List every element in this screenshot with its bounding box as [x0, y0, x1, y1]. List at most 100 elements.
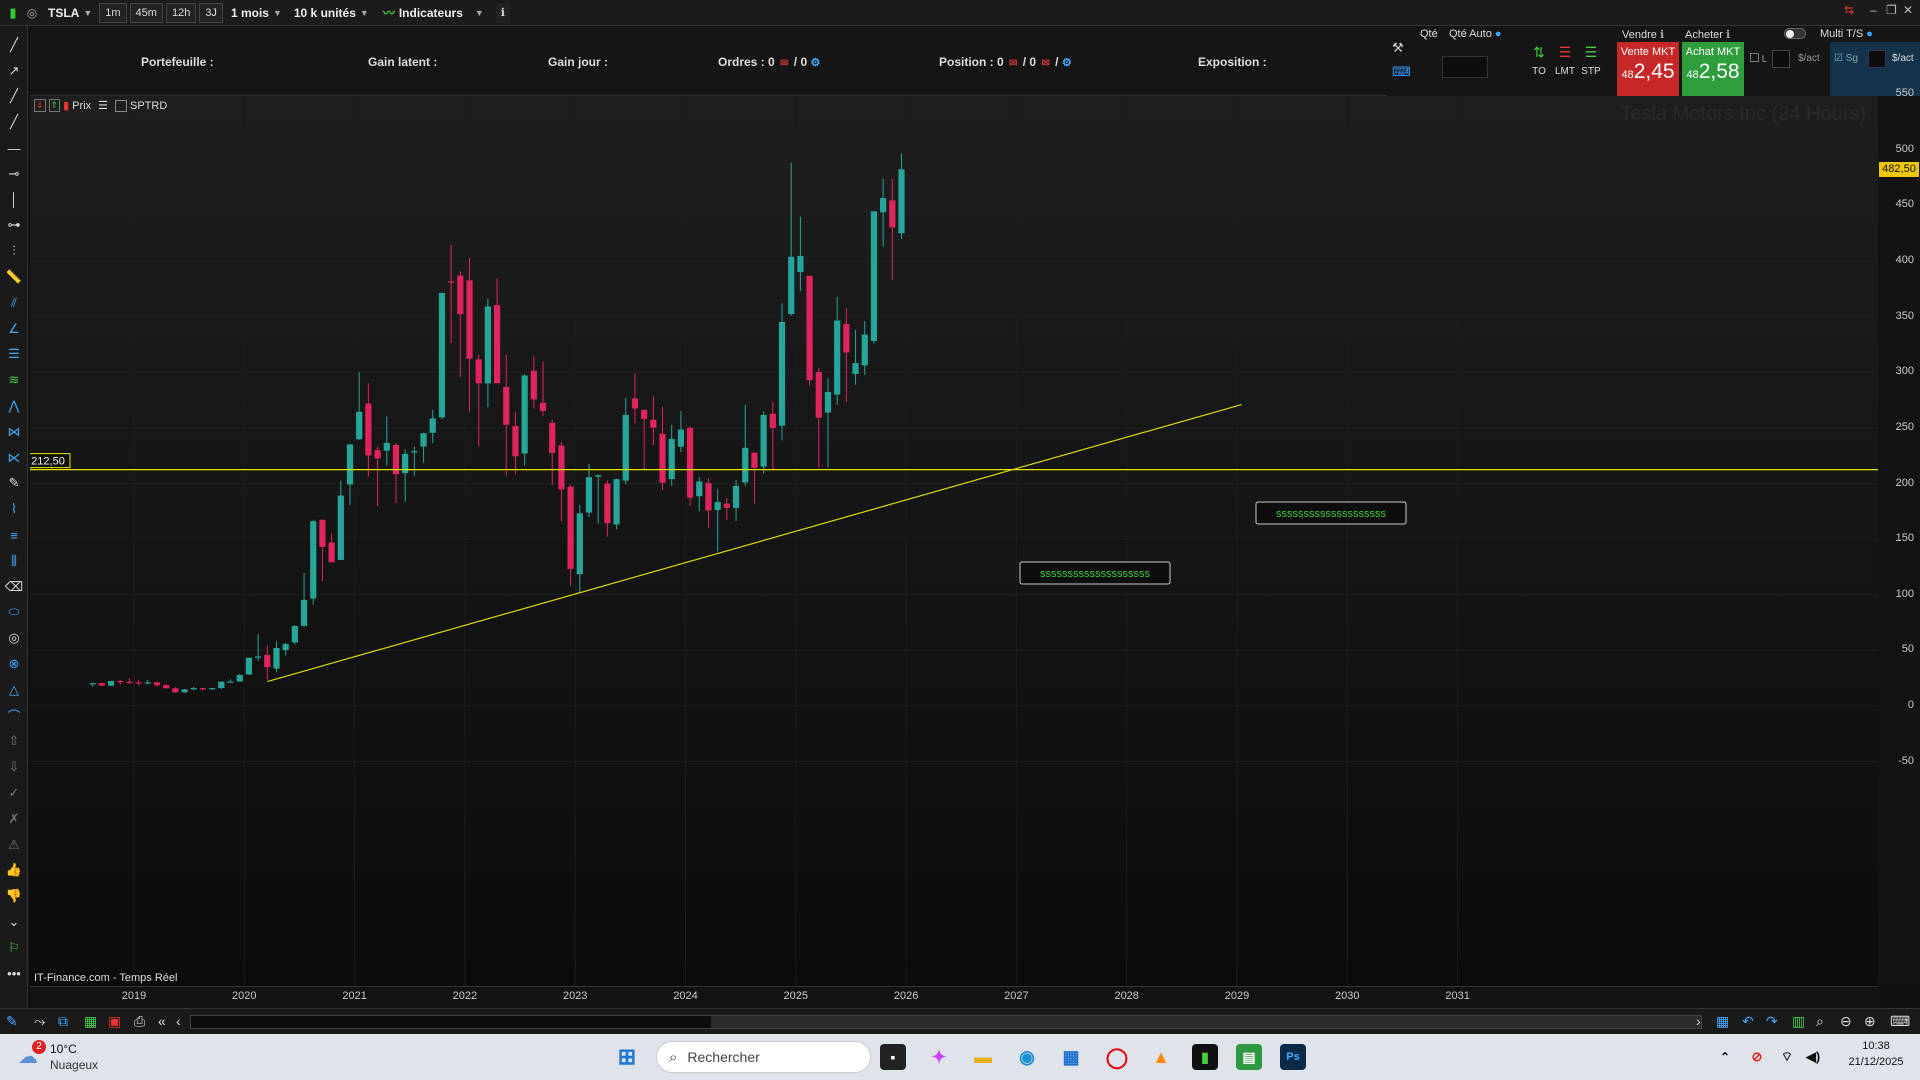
pencil-tool-icon[interactable]: ✎	[0, 471, 28, 497]
wifi-icon[interactable]: ⌔	[1774, 1044, 1800, 1070]
price-label[interactable]: Prix	[72, 100, 91, 112]
taskbar-search[interactable]: ⌕ Rechercher	[656, 1041, 871, 1073]
horizontal-levels-tool-icon[interactable]: ≡	[0, 522, 28, 548]
check-tool-icon[interactable]: ✓	[0, 780, 28, 806]
arrow-up-tool-icon[interactable]: ⇧	[0, 729, 28, 755]
order-type-stp[interactable]: ☰ STP	[1578, 44, 1604, 77]
store-icon[interactable]: ▦	[1058, 1044, 1084, 1070]
arc-tool-icon[interactable]: ⌒	[0, 703, 28, 729]
price-type-icon[interactable]: ▮	[63, 99, 69, 112]
position-mail2-icon[interactable]: ✉	[1041, 58, 1049, 69]
opera-icon[interactable]: ◯	[1104, 1044, 1130, 1070]
zoom-fit-icon[interactable]: ⌕	[1816, 1013, 1824, 1030]
target-tool-icon[interactable]: ⊗	[0, 651, 28, 677]
sell-market-button[interactable]: Vente MKT 482,45	[1617, 42, 1679, 96]
undo-icon[interactable]: ↶	[1742, 1013, 1754, 1030]
circle-tool-icon[interactable]: ◎	[0, 625, 28, 651]
horizontal-line-tool-icon[interactable]: —	[0, 135, 28, 161]
horizontal-scrollbar[interactable]	[190, 1015, 1702, 1029]
thumbs-down-tool-icon[interactable]: 👎	[0, 883, 28, 909]
eraser-tool-icon[interactable]: ⌫	[0, 574, 28, 600]
copy-icon[interactable]: ⧉	[58, 1013, 68, 1030]
price-chart[interactable]: Tesla Motors Inc (24 Hours) 212,50 ssssss…	[30, 96, 1878, 986]
warning-tool-icon[interactable]: ⚠	[0, 832, 28, 858]
minimize-button[interactable]: ‒	[1870, 3, 1877, 17]
keyboard-icon[interactable]: ⌨	[1392, 64, 1411, 80]
buy-info-icon[interactable]: ℹ	[1726, 29, 1730, 41]
calendar-icon[interactable]: ▦	[1716, 1013, 1729, 1030]
clock[interactable]: 10:38 21/12/2025	[1840, 1040, 1912, 1068]
interval-1m-button[interactable]: 1m	[99, 2, 127, 23]
vertical-levels-tool-icon[interactable]: ⫼	[0, 548, 28, 574]
order-type-lmt[interactable]: ☰ LMT	[1552, 44, 1578, 77]
l-checkbox[interactable]: L	[1750, 53, 1767, 65]
zoom-out-icon[interactable]: ⊖	[1840, 1013, 1852, 1030]
sg-checkbox[interactable]: ☑ Sg	[1834, 53, 1858, 64]
units-select[interactable]: 10 k unités ▼	[290, 3, 373, 23]
alerts-tool-icon[interactable]: ⚐	[0, 935, 28, 961]
ruler-tool-icon[interactable]: 📏	[0, 264, 28, 290]
interval-45m-button[interactable]: 45m	[129, 2, 163, 23]
chart-type-icon[interactable]: ▥	[1792, 1013, 1805, 1030]
photoshop-icon[interactable]: Ps	[1280, 1044, 1306, 1070]
segment-tool-icon[interactable]: ⊶	[0, 213, 28, 239]
weather-widget[interactable]: ☁ 2 10°C Nuageux	[18, 1040, 128, 1076]
rewind-icon[interactable]: «	[158, 1013, 166, 1029]
more-options-icon[interactable]: •••	[0, 961, 28, 987]
settings-list-icon[interactable]: ☰	[98, 99, 108, 112]
price-axis[interactable]: 550 500 450 400 350 300 250 200 150 100 50 0 -50 482,…	[1878, 87, 1920, 986]
spreadsheet-icon[interactable]: ▦	[84, 1013, 97, 1030]
indicators-button[interactable]: 〰 Indicateurs ▼	[379, 3, 488, 23]
file-explorer-icon[interactable]: ▬	[970, 1044, 996, 1070]
position-mail-icon[interactable]: ✉	[1009, 58, 1017, 69]
spreadsheet-app-icon[interactable]: ▤	[1236, 1044, 1262, 1070]
layout-icon[interactable]: ▣	[108, 1013, 121, 1030]
volume-icon[interactable]: ◀)	[1800, 1044, 1826, 1070]
arrow-down-tool-icon[interactable]: ⇩	[0, 754, 28, 780]
restore-button[interactable]: ❐	[1886, 3, 1897, 17]
share-icon[interactable]: ⤳	[34, 1013, 45, 1030]
keyboard-shortcuts-icon[interactable]: ⌨	[1890, 1013, 1910, 1030]
zoom-in-icon[interactable]: ⊕	[1864, 1013, 1876, 1030]
scroll-right-icon[interactable]: ›	[1696, 1013, 1701, 1029]
channel-tool-icon[interactable]: ⫽	[0, 290, 28, 316]
interval-3j-button[interactable]: 3J	[199, 2, 223, 23]
xabcd-pattern-tool-icon[interactable]: ⋉	[0, 445, 28, 471]
tray-app-icon[interactable]: ⊘	[1744, 1044, 1770, 1070]
sg-value-input[interactable]	[1868, 50, 1886, 68]
thumbs-up-tool-icon[interactable]: 👍	[0, 858, 28, 884]
interval-12h-button[interactable]: 12h	[165, 2, 197, 23]
draw-mode-icon[interactable]: ✎	[6, 1013, 18, 1030]
windows-start-icon[interactable]: ⊞	[614, 1044, 640, 1070]
l-value-input[interactable]	[1772, 50, 1790, 68]
angle-tool-icon[interactable]: ∠	[0, 316, 28, 342]
wrench-icon[interactable]: ⚒	[1392, 40, 1404, 56]
vlc-icon[interactable]: ▲	[1148, 1044, 1174, 1070]
info-icon[interactable]: ℹ	[495, 2, 510, 23]
task-view-icon[interactable]: ▪	[880, 1044, 906, 1070]
trading-app-icon[interactable]: ▮	[1192, 1044, 1218, 1070]
order-type-to[interactable]: ⇅ TO	[1526, 44, 1552, 77]
expand-chart-icon[interactable]: ⇑	[48, 99, 61, 112]
zigzag-tool-icon[interactable]: ⌇	[0, 496, 28, 522]
fibonacci-tool-icon[interactable]: ☰	[0, 342, 28, 368]
redo-icon[interactable]: ↷	[1766, 1013, 1778, 1030]
period-select[interactable]: 1 mois ▼	[227, 3, 286, 23]
time-axis[interactable]: 2019 2020 2021 2022 2023 2024 2025 2026 2027 2028…	[30, 986, 1878, 1006]
position-settings-icon[interactable]: ⚙	[1062, 57, 1072, 69]
vertical-line-tool-icon[interactable]: │	[0, 187, 28, 213]
orders-mail-icon[interactable]: ✉	[780, 58, 788, 69]
horizontal-ray-tool-icon[interactable]: ⊸	[0, 161, 28, 187]
extended-line-tool-icon[interactable]: ╱	[0, 109, 28, 135]
scrollbar-thumb[interactable]	[191, 1016, 711, 1028]
elliott-wave-tool-icon[interactable]: ⋀	[0, 393, 28, 419]
sptrd-checkbox[interactable]	[114, 99, 127, 112]
sell-info-icon[interactable]: ℹ	[1660, 29, 1664, 41]
abc-pattern-tool-icon[interactable]: ⋈	[0, 419, 28, 445]
symbol-select[interactable]: TSLA ▼	[44, 3, 96, 23]
copilot-icon[interactable]: ✦	[926, 1044, 952, 1070]
collapse-chart-icon[interactable]: ⇓	[34, 99, 46, 112]
edge-icon[interactable]: ◉	[1014, 1044, 1040, 1070]
close-button[interactable]: ✕	[1903, 3, 1913, 17]
scroll-left-icon[interactable]: ‹	[176, 1013, 181, 1029]
